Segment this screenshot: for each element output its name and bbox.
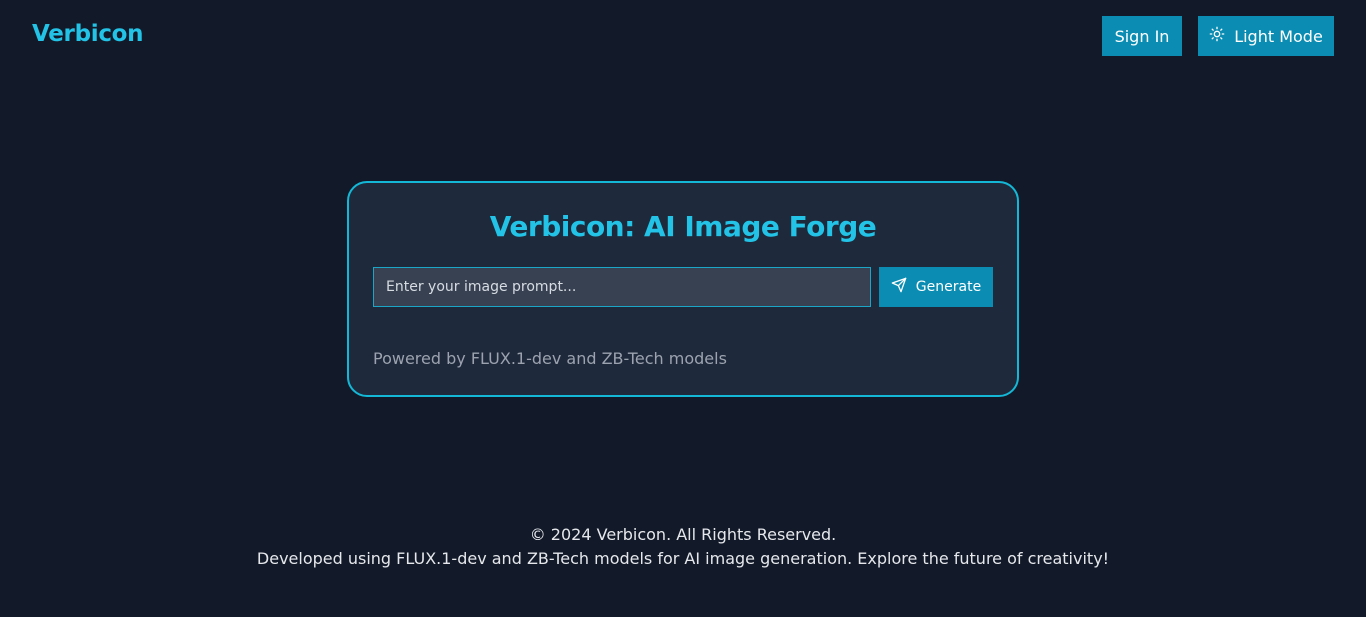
footer: © 2024 Verbicon. All Rights Reserved. De… [0, 523, 1366, 571]
light-mode-button[interactable]: Light Mode [1198, 16, 1334, 56]
send-icon [891, 277, 907, 297]
generate-button[interactable]: Generate [879, 267, 993, 307]
powered-by-text: Powered by FLUX.1-dev and ZB-Tech models [373, 349, 727, 368]
prompt-input[interactable] [373, 267, 871, 307]
footer-description: Developed using FLUX.1-dev and ZB-Tech m… [256, 549, 1110, 568]
footer-copyright: © 2024 Verbicon. All Rights Reserved. [529, 525, 837, 544]
sign-in-button[interactable]: Sign In [1102, 16, 1182, 56]
page: Verbicon Sign In Light Mode Verbicon: AI… [0, 0, 1366, 617]
image-forge-card: Verbicon: AI Image Forge Generate Powere… [347, 181, 1019, 397]
brand-logo-text[interactable]: Verbicon [32, 21, 144, 47]
light-mode-label: Light Mode [1234, 26, 1323, 46]
sun-icon [1209, 26, 1225, 46]
generate-label: Generate [915, 279, 982, 295]
card-title: Verbicon: AI Image Forge [489, 210, 877, 243]
